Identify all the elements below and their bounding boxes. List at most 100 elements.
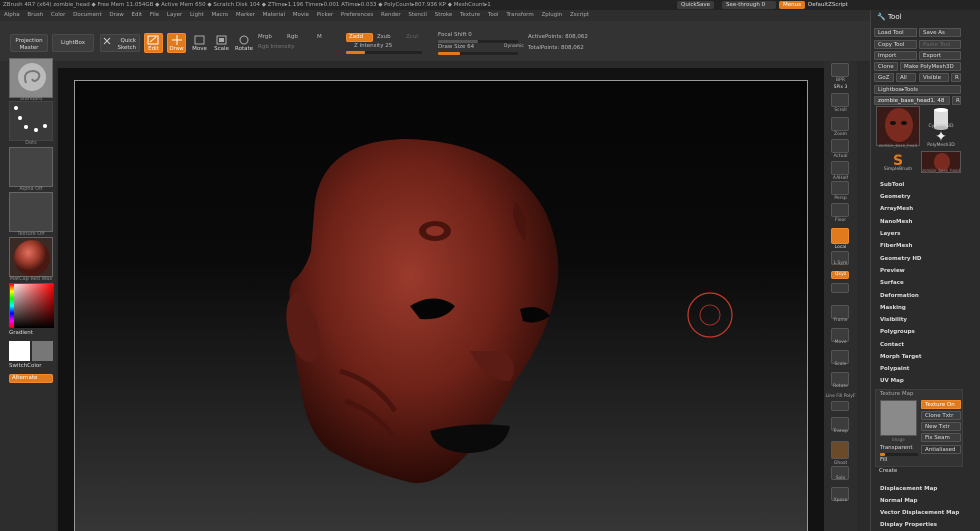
section-arraymesh[interactable]: ArrayMesh — [880, 206, 913, 212]
ghost-icon[interactable] — [831, 441, 849, 459]
menu-stroke[interactable]: Stroke — [435, 12, 453, 18]
actual-icon[interactable] — [831, 139, 849, 153]
menu-brush[interactable]: Brush — [27, 12, 43, 18]
persp-icon[interactable] — [831, 181, 849, 195]
texture-on-button[interactable]: Texture On — [921, 400, 961, 409]
menu-render[interactable]: Render — [381, 12, 401, 18]
import-button[interactable]: Import — [874, 51, 917, 60]
quicksave-button[interactable]: QuickSave — [677, 1, 715, 9]
menus-button[interactable]: Menus — [779, 1, 805, 9]
menu-macro[interactable]: Macro — [211, 12, 228, 18]
section-deformation[interactable]: Deformation — [880, 293, 919, 299]
secondary-color-swatch[interactable] — [32, 341, 53, 361]
menu-layer[interactable]: Layer — [167, 12, 182, 18]
alternate-button[interactable]: Alternate — [9, 374, 53, 383]
copy-tool-button[interactable]: Copy Tool — [874, 40, 917, 49]
main-color-swatch[interactable] — [9, 341, 30, 361]
see-through-slider[interactable]: See-through 0 — [722, 1, 776, 9]
menu-preferences[interactable]: Preferences — [341, 12, 373, 18]
section-geometry-hd[interactable]: Geometry HD — [880, 256, 922, 262]
section-display-properties[interactable]: Display Properties — [880, 522, 937, 528]
menu-material[interactable]: Material — [263, 12, 285, 18]
goz-all-button[interactable]: All — [896, 73, 916, 82]
menu-marker[interactable]: Marker — [236, 12, 255, 18]
brush-thumbnail[interactable] — [9, 58, 53, 98]
viewport[interactable] — [74, 80, 808, 531]
rgb-intensity-slider[interactable]: Rgb Intensity — [258, 44, 295, 50]
section-displacement-map[interactable]: Displacement Map — [880, 486, 937, 492]
create-button[interactable]: Create — [879, 468, 897, 474]
local-icon[interactable] — [831, 228, 849, 244]
goz-r-button[interactable]: R — [951, 73, 961, 82]
transparent-toggle[interactable]: Transparent — [880, 445, 913, 451]
section-nanomesh[interactable]: NanoMesh — [880, 219, 912, 225]
bpr-icon[interactable] — [831, 63, 849, 77]
clone-button[interactable]: Clone — [874, 62, 898, 71]
section-fibermesh[interactable]: FiberMesh — [880, 243, 912, 249]
texture-map-header[interactable]: Texture Map — [880, 391, 914, 397]
fill-button[interactable]: Fill — [880, 457, 887, 463]
section-preview[interactable]: Preview — [880, 268, 905, 274]
z-intensity-slider[interactable]: Z Intensity 25 — [354, 43, 392, 49]
color-picker[interactable] — [9, 283, 54, 328]
section-morph-target[interactable]: Morph Target — [880, 354, 922, 360]
z-intensity-track[interactable] — [346, 51, 422, 54]
tool-thumb-zombie[interactable] — [876, 106, 920, 146]
menu-alpha[interactable]: Alpha — [4, 12, 20, 18]
menu-zplugin[interactable]: Zplugin — [541, 12, 562, 18]
polyf-icon[interactable] — [831, 401, 849, 411]
focal-shift-track[interactable] — [438, 40, 518, 43]
focal-shift-slider[interactable]: Focal Shift 0 — [438, 32, 472, 38]
zoom-icon[interactable] — [831, 117, 849, 131]
current-tool-r-button[interactable]: R — [952, 96, 961, 105]
menu-texture[interactable]: Texture — [460, 12, 480, 18]
spix-slider[interactable]: SPix 3 — [824, 85, 857, 90]
switchcolor-button[interactable]: SwitchColor — [9, 363, 42, 369]
alpha-thumbnail[interactable] — [9, 147, 53, 187]
menu-tool[interactable]: Tool — [488, 12, 499, 18]
scroll-icon[interactable] — [831, 93, 849, 107]
save-as-button[interactable]: Save As — [919, 28, 961, 37]
section-normal-map[interactable]: Normal Map — [880, 498, 917, 504]
section-surface[interactable]: Surface — [880, 280, 904, 286]
menu-file[interactable]: File — [150, 12, 159, 18]
section-subtool[interactable]: SubTool — [880, 182, 904, 188]
zadd-button[interactable]: Zadd — [346, 33, 373, 42]
floor-icon[interactable] — [831, 203, 849, 217]
dynamic-button[interactable]: Dynamic — [504, 44, 524, 49]
menu-transform[interactable]: Transform — [506, 12, 533, 18]
clone-txtr-button[interactable]: Clone Txtr — [921, 411, 961, 420]
menu-zscript[interactable]: Zscript — [570, 12, 589, 18]
menu-picker[interactable]: Picker — [317, 12, 333, 18]
menu-light[interactable]: Light — [190, 12, 204, 18]
make-polymesh-button[interactable]: Make PolyMesh3D — [900, 62, 961, 71]
section-polypaint[interactable]: Polypaint — [880, 366, 909, 372]
zsub-button[interactable]: Zsub — [377, 34, 391, 40]
transparent-track[interactable] — [880, 453, 918, 456]
menu-draw[interactable]: Draw — [109, 12, 123, 18]
load-tool-button[interactable]: Load Tool — [874, 28, 917, 37]
m-button[interactable]: M — [317, 34, 322, 40]
section-geometry[interactable]: Geometry — [880, 194, 910, 200]
section-uv-map[interactable]: UV Map — [880, 378, 904, 384]
hue-strip[interactable] — [10, 284, 14, 328]
draw-size-track[interactable] — [438, 52, 518, 55]
goz-visible-button[interactable]: Visible — [919, 73, 949, 82]
gradient-toggle[interactable]: Gradient — [9, 330, 33, 336]
section-vector-displacement-map[interactable]: Vector Displacement Map — [880, 510, 959, 516]
section-masking[interactable]: Masking — [880, 305, 906, 311]
menu-edit[interactable]: Edit — [132, 12, 143, 18]
antialiased-button[interactable]: Antialiased — [921, 445, 961, 454]
menu-stencil[interactable]: Stencil — [408, 12, 427, 18]
frame-icon[interactable] — [831, 305, 849, 319]
section-polygroups[interactable]: Polygroups — [880, 329, 915, 335]
material-thumbnail[interactable] — [9, 237, 53, 277]
section-contact[interactable]: Contact — [880, 342, 904, 348]
texture-image-slot[interactable] — [880, 400, 917, 436]
mrgb-button[interactable]: Mrgb — [258, 34, 272, 40]
default-zscript-button[interactable]: DefaultZScript — [804, 1, 852, 9]
fix-seam-button[interactable]: Fix Seam — [921, 433, 961, 442]
draw-size-slider[interactable]: Draw Size 64 — [438, 44, 474, 50]
aahalf-icon[interactable] — [831, 161, 849, 175]
menu-document[interactable]: Document — [73, 12, 102, 18]
